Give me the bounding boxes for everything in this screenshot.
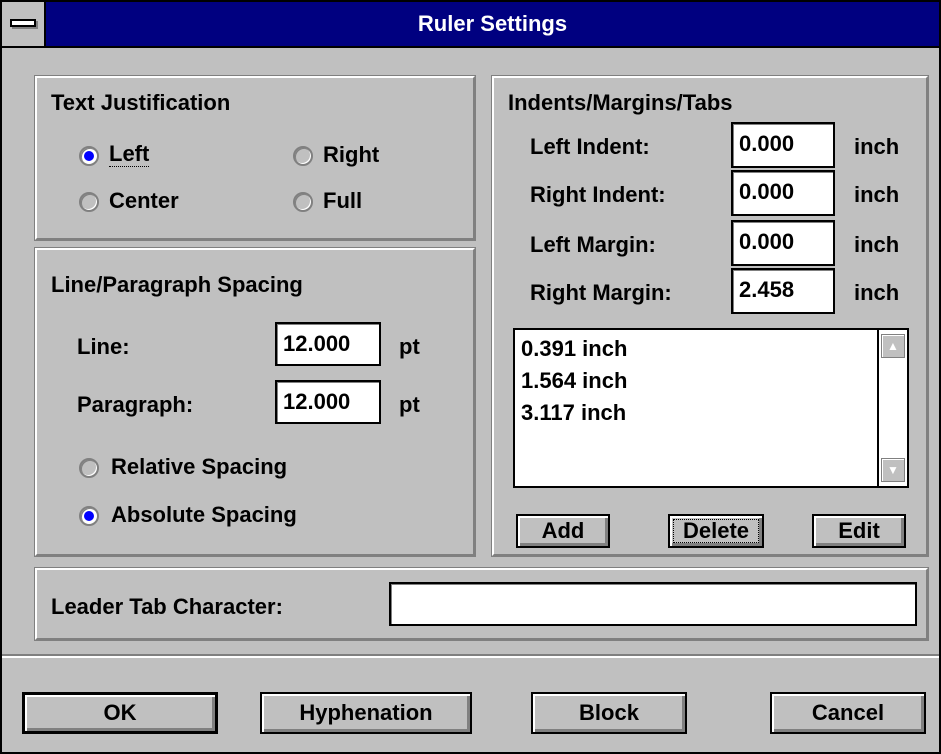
spacing-heading: Line/Paragraph Spacing xyxy=(51,272,303,297)
radio-left-label[interactable]: Left xyxy=(109,142,150,167)
left-margin-unit: inch xyxy=(854,232,900,257)
relative-spacing-label[interactable]: Relative Spacing xyxy=(111,454,287,480)
list-item[interactable]: 3.117 inch xyxy=(521,398,626,428)
cancel-button[interactable]: Cancel xyxy=(770,692,926,734)
system-menu-icon xyxy=(10,19,36,27)
radio-center[interactable] xyxy=(79,192,99,212)
block-button[interactable]: Block xyxy=(531,692,687,734)
up-arrow-icon[interactable]: ▲ xyxy=(881,334,905,358)
list-item[interactable]: 0.391 inch xyxy=(521,334,627,364)
radio-right[interactable] xyxy=(293,146,313,166)
radio-absolute-spacing[interactable] xyxy=(79,506,99,526)
right-margin-label: Right Margin: xyxy=(530,280,672,305)
left-margin-field[interactable]: 0.000 xyxy=(731,220,835,266)
right-indent-field[interactable]: 0.000 xyxy=(731,170,835,216)
radio-relative-spacing[interactable] xyxy=(79,458,99,478)
leader-tab-group: Leader Tab Character: xyxy=(34,567,929,641)
list-item[interactable]: 1.564 inch xyxy=(521,366,627,396)
dialog-title: Ruler Settings xyxy=(417,11,568,36)
ruler-settings-dialog: Ruler Settings Text Justification Left R… xyxy=(0,0,941,754)
radio-left[interactable] xyxy=(79,146,99,166)
radio-full[interactable] xyxy=(293,192,313,212)
paragraph-spacing-field[interactable]: 12.000 xyxy=(275,380,381,424)
system-menu-button[interactable] xyxy=(2,2,46,46)
radio-center-label[interactable]: Center xyxy=(109,188,179,214)
left-margin-label: Left Margin: xyxy=(530,232,656,257)
tabs-listbox[interactable]: 0.391 inch 1.564 inch 3.117 inch ▲ ▼ xyxy=(513,328,909,488)
edit-tab-button[interactable]: Edit xyxy=(812,514,906,548)
paragraph-label: Paragraph: xyxy=(77,392,194,417)
radio-right-label[interactable]: Right xyxy=(323,142,379,168)
tabs-scrollbar[interactable]: ▲ ▼ xyxy=(877,330,907,486)
paragraph-unit: pt xyxy=(399,392,420,417)
down-arrow-icon[interactable]: ▼ xyxy=(881,458,905,482)
ok-button[interactable]: OK xyxy=(22,692,218,734)
leader-tab-field[interactable] xyxy=(389,582,917,626)
add-tab-button[interactable]: Add xyxy=(516,514,610,548)
line-paragraph-spacing-group: Line/Paragraph Spacing Line: 12.000 pt P… xyxy=(34,247,476,557)
right-indent-label: Right Indent: xyxy=(530,182,666,207)
text-justification-group: Text Justification Left Right Center Ful… xyxy=(34,75,476,241)
leader-tab-label: Leader Tab Character: xyxy=(51,594,283,619)
left-indent-unit: inch xyxy=(854,134,900,159)
title-bar[interactable]: Ruler Settings xyxy=(2,2,939,48)
right-indent-unit: inch xyxy=(854,182,900,207)
right-margin-field[interactable]: 2.458 xyxy=(731,268,835,314)
line-label: Line: xyxy=(77,334,130,359)
delete-tab-button[interactable]: Delete xyxy=(668,514,764,548)
indents-heading: Indents/Margins/Tabs xyxy=(508,90,733,115)
radio-full-label[interactable]: Full xyxy=(323,188,362,214)
left-indent-label: Left Indent: xyxy=(530,134,650,159)
hyphenation-button[interactable]: Hyphenation xyxy=(260,692,472,734)
line-unit: pt xyxy=(399,334,420,359)
line-spacing-field[interactable]: 12.000 xyxy=(275,322,381,366)
left-indent-field[interactable]: 0.000 xyxy=(731,122,835,168)
absolute-spacing-label[interactable]: Absolute Spacing xyxy=(111,502,297,528)
right-margin-unit: inch xyxy=(854,280,900,305)
text-justification-heading: Text Justification xyxy=(51,90,231,115)
button-row-divider xyxy=(2,654,939,658)
